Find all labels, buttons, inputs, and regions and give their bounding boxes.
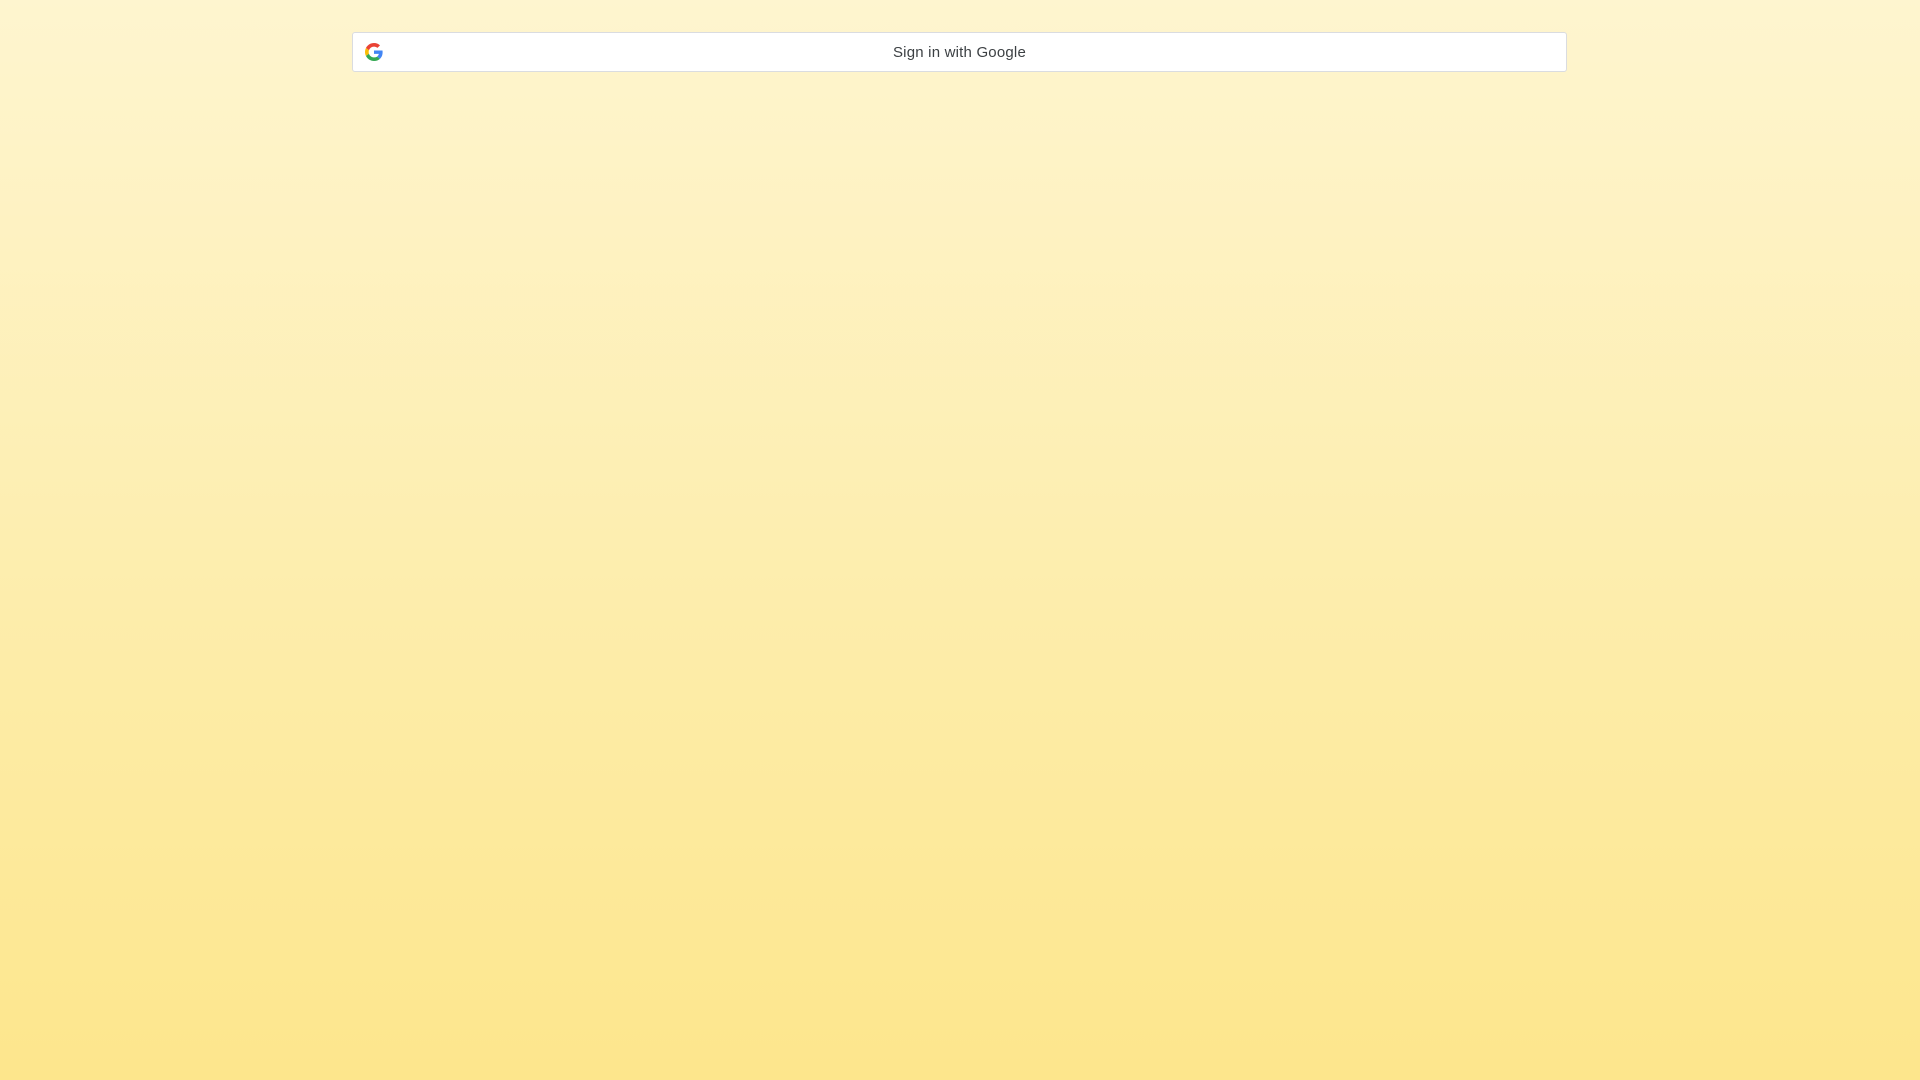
sign-in-with-google-button[interactable]: Sign in with Google	[352, 32, 1567, 72]
sign-in-with-google-label: Sign in with Google	[892, 43, 1027, 61]
google-g-icon	[365, 43, 383, 61]
